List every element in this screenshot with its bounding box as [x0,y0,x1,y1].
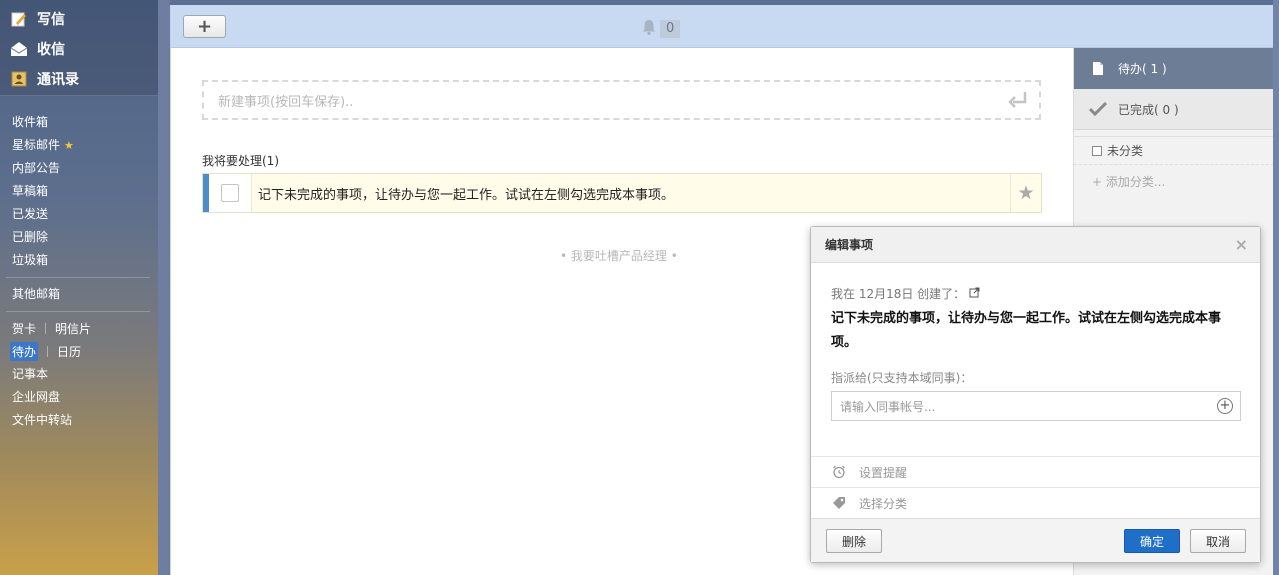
assign-label: 指派给(只支持本域同事)： [831,371,973,385]
separator [45,323,47,334]
sidebar-divider [6,311,150,312]
sidebar-item-calendar[interactable]: 日历 [57,343,81,360]
sidebar-item-starred[interactable]: 星标邮件 ★ [0,134,158,157]
dialog-footer: 删除 确定 取消 [811,518,1260,562]
tab-pending[interactable]: 待办( 1 ) [1074,48,1274,89]
todo-item[interactable]: 记下未完成的事项，让待办与您一起工作。试试在左侧勾选完成本事项。 ★ [202,173,1042,213]
choose-category-option[interactable]: 选择分类 [811,487,1260,518]
contacts-button[interactable]: 通讯录 [0,64,158,94]
sidebar-item-greeting-card[interactable]: 贺卡 [12,320,36,337]
section-title: 我将要处理(1) [202,154,279,168]
category-label: 未分类 [1107,144,1144,158]
todo-checkbox[interactable] [221,184,239,202]
dialog-header: 编辑事项 × [811,227,1260,263]
add-todo-button[interactable]: + [183,15,226,38]
category-checkbox[interactable] [1092,145,1102,156]
notification-count: 0 [660,19,681,38]
cancel-button[interactable]: 取消 [1190,529,1246,553]
sidebar-top: 写信 收信 通讯录 [0,0,158,96]
check-icon [1088,102,1108,116]
sidebar-item-notebook[interactable]: 记事本 [0,363,158,386]
sidebar-splitter[interactable] [158,0,170,575]
sidebar-tool-row: 待办 日历 [0,340,158,363]
delete-button[interactable]: 删除 [826,529,882,553]
sidebar-item-inbox[interactable]: 收件箱 [0,111,158,134]
todo-checkbox-cell [209,174,252,212]
add-category-button[interactable]: + 添加分类... [1074,164,1274,198]
close-icon[interactable]: × [1235,235,1248,254]
category-uncategorized[interactable]: 未分类 [1074,136,1274,164]
dialog-meta: 我在 12月18日 创建了： [831,285,980,302]
star-icon: ★ [64,139,74,152]
created-info: 我在 12月18日 创建了： [831,287,966,301]
toolbar: + 0 [171,5,1273,48]
separator [47,346,49,357]
sidebar-tool-row: 贺卡 明信片 [0,317,158,340]
compose-button[interactable]: 写信 [0,4,158,34]
set-reminder-option[interactable]: 设置提醒 [811,456,1260,487]
tag-icon [831,496,847,510]
sidebar-item-postcard[interactable]: 明信片 [55,320,91,337]
compose-label: 写信 [37,12,65,28]
sidebar-item-deleted[interactable]: 已删除 [0,226,158,249]
contacts-icon [10,70,28,88]
assign-placeholder: 请输入同事帐号... [840,399,936,414]
todo-star-icon[interactable]: ★ [1010,174,1041,212]
bell-icon [640,18,658,39]
document-icon [1088,61,1108,76]
set-reminder-label: 设置提醒 [859,465,908,480]
tab-done[interactable]: 已完成( 0 ) [1074,89,1274,130]
starred-label: 星标邮件 [12,138,61,152]
todo-text: 记下未完成的事项，让待办与您一起工作。试试在左侧勾选完成本事项。 [258,187,675,203]
sidebar-item-spam[interactable]: 垃圾箱 [0,249,158,272]
sidebar-item-todo[interactable]: 待办 [10,342,39,361]
confirm-button[interactable]: 确定 [1124,529,1180,553]
new-todo-input[interactable]: 新建事项(按回车保存).. [202,80,1041,120]
inbox-icon [10,40,28,58]
assign-input[interactable]: 请输入同事帐号... + [831,391,1241,421]
tab-done-label: 已完成( 0 ) [1118,102,1179,117]
add-colleague-icon[interactable]: + [1217,398,1233,414]
sidebar: 写信 收信 通讯录 收件箱 星标邮件 ★ 内部公告 草稿箱 已发送 已删除 垃圾箱… [0,0,158,575]
choose-category-label: 选择分类 [859,496,908,511]
external-link-icon[interactable] [969,287,980,301]
sidebar-item-drafts[interactable]: 草稿箱 [0,180,158,203]
sidebar-folder-list: 收件箱 星标邮件 ★ 内部公告 草稿箱 已发送 已删除 垃圾箱 其他邮箱 贺卡 明… [0,96,158,432]
feedback-link[interactable]: • 我要吐槽产品经理 • [560,247,678,264]
sidebar-item-sent[interactable]: 已发送 [0,203,158,226]
enter-key-icon [1007,90,1029,115]
sidebar-item-file-transfer[interactable]: 文件中转站 [0,409,158,432]
sidebar-divider [6,277,150,278]
sidebar-item-netdisk[interactable]: 企业网盘 [0,386,158,409]
contacts-label: 通讯录 [37,72,79,88]
dialog-title: 编辑事项 [825,238,874,252]
notification-button[interactable]: 0 [640,18,681,39]
window-edge [1273,0,1279,575]
todo-title[interactable]: 记下未完成的事项，让待办与您一起工作。试试在左侧勾选完成本事项。 [831,307,1241,355]
alarm-clock-icon [831,465,847,479]
inbox-button[interactable]: 收信 [0,34,158,64]
edit-todo-dialog: 编辑事项 × 我在 12月18日 创建了： 记下未完成的事项，让待办与您一起工作… [810,226,1261,563]
compose-icon [10,10,28,28]
sidebar-item-other-mailbox[interactable]: 其他邮箱 [0,283,158,306]
sidebar-item-announcements[interactable]: 内部公告 [0,157,158,180]
inbox-label: 收信 [37,42,65,58]
tab-pending-label: 待办( 1 ) [1118,62,1167,76]
new-todo-placeholder: 新建事项(按回车保存).. [218,94,354,110]
